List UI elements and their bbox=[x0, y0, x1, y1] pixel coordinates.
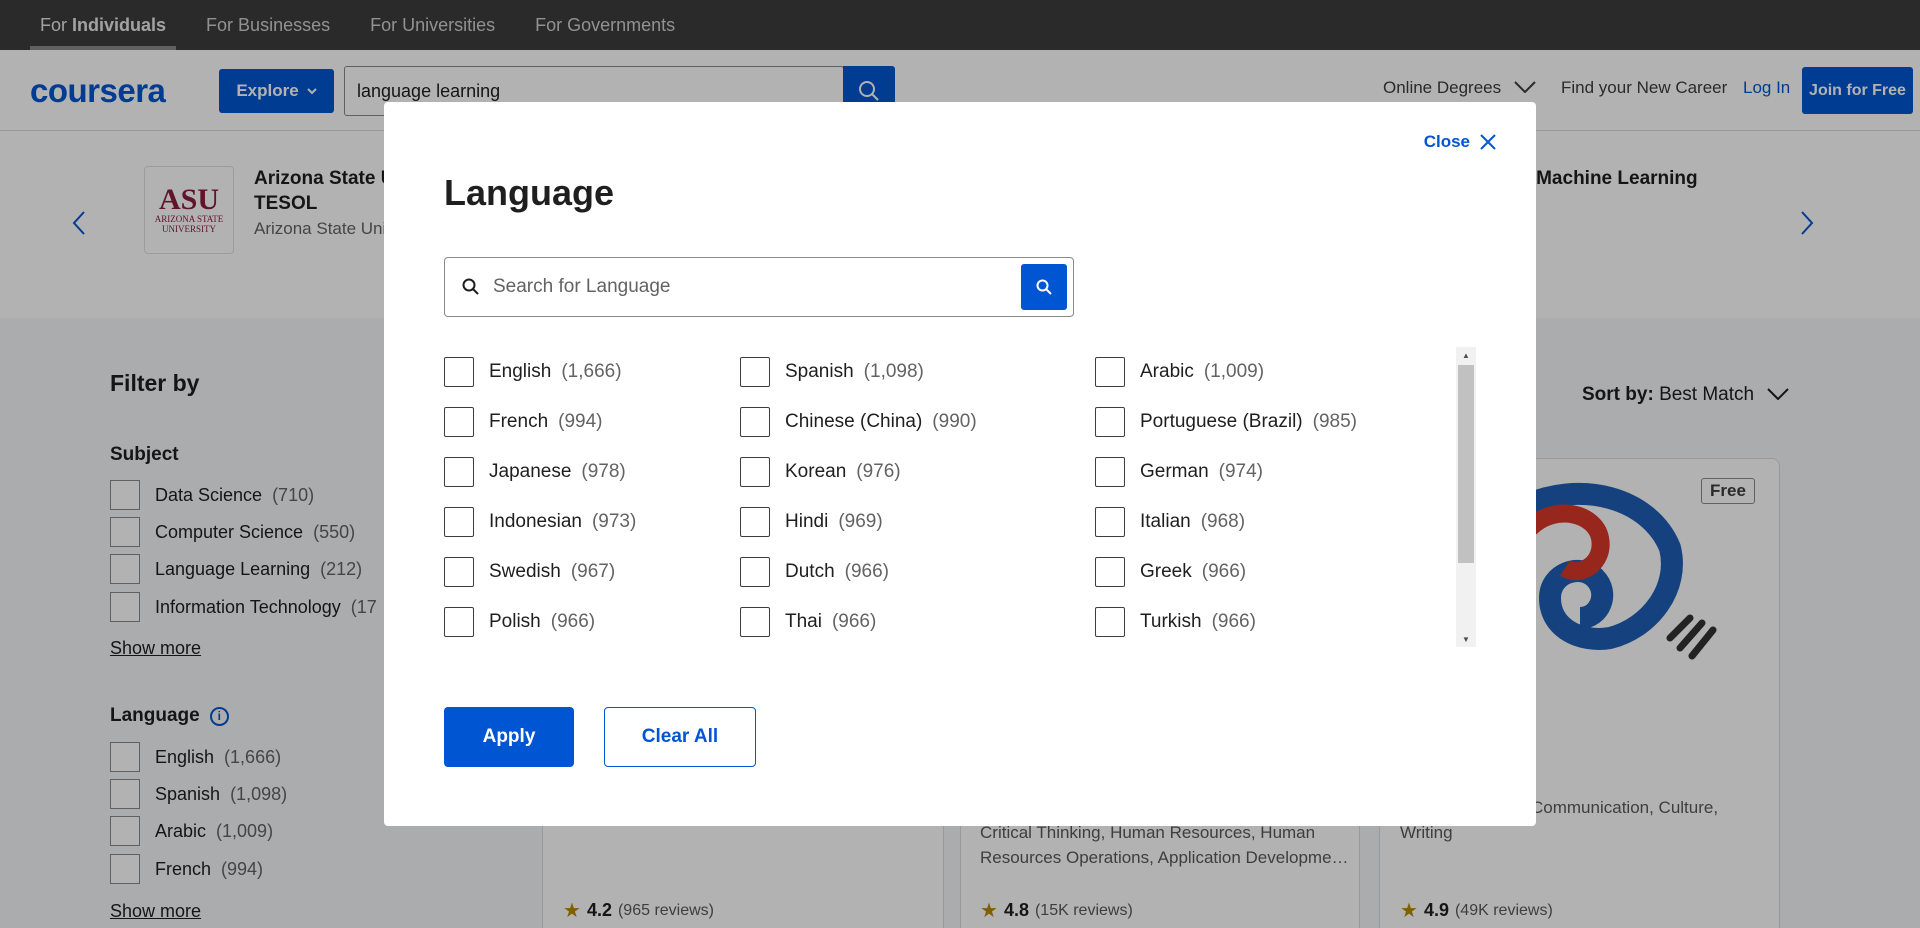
language-option-label: French bbox=[489, 411, 549, 432]
checkbox[interactable] bbox=[444, 357, 474, 387]
language-option-count: (966) bbox=[1201, 561, 1247, 582]
language-option-label: Thai bbox=[785, 611, 822, 632]
language-option-label: Chinese (China) bbox=[785, 411, 923, 432]
checkbox[interactable] bbox=[740, 407, 770, 437]
language-option-count: (976) bbox=[856, 461, 901, 482]
language-option-count: (966) bbox=[831, 611, 877, 632]
language-option[interactable]: Thai (966) bbox=[740, 607, 876, 637]
language-option-count: (969) bbox=[838, 511, 883, 532]
language-option[interactable]: Italian (968) bbox=[1095, 507, 1245, 537]
modal-title: Language bbox=[444, 172, 615, 213]
language-option-label: Indonesian bbox=[489, 511, 582, 532]
checkbox[interactable] bbox=[444, 407, 474, 437]
checkbox[interactable] bbox=[1095, 607, 1125, 637]
language-option-count: (978) bbox=[581, 461, 626, 482]
language-option[interactable]: Japanese (978) bbox=[444, 457, 626, 487]
language-option-count: (968) bbox=[1200, 511, 1246, 532]
language-option[interactable]: Polish (966) bbox=[444, 607, 595, 637]
language-search-input[interactable] bbox=[493, 276, 1013, 298]
checkbox[interactable] bbox=[740, 357, 770, 387]
language-option-label: English bbox=[489, 361, 552, 382]
language-option[interactable]: Dutch (966) bbox=[740, 557, 889, 587]
language-options-list: English (1,666) French (994) Japanese (978)… bbox=[444, 347, 1466, 647]
language-option[interactable]: Arabic (1,009) bbox=[1095, 357, 1264, 387]
close-icon bbox=[1480, 134, 1496, 150]
checkbox[interactable] bbox=[1095, 457, 1125, 487]
checkbox[interactable] bbox=[444, 607, 474, 637]
checkbox[interactable] bbox=[1095, 507, 1125, 537]
search-icon bbox=[462, 278, 479, 295]
apply-button[interactable]: Apply bbox=[444, 707, 574, 767]
language-search bbox=[444, 257, 1074, 317]
language-option[interactable]: German (974) bbox=[1095, 457, 1263, 487]
checkbox[interactable] bbox=[444, 507, 474, 537]
language-option-count: (1,666) bbox=[561, 361, 622, 382]
language-option[interactable]: Korean (976) bbox=[740, 457, 901, 487]
scroll-down-arrow-icon[interactable]: ▼ bbox=[1456, 631, 1476, 647]
language-option[interactable]: English (1,666) bbox=[444, 357, 622, 387]
scroll-up-arrow-icon[interactable]: ▲ bbox=[1456, 347, 1476, 363]
language-option-label: Turkish bbox=[1140, 611, 1202, 632]
checkbox[interactable] bbox=[1095, 357, 1125, 387]
language-option-label: Korean bbox=[785, 461, 847, 482]
checkbox[interactable] bbox=[740, 607, 770, 637]
language-option[interactable]: French (994) bbox=[444, 407, 603, 437]
checkbox[interactable] bbox=[740, 557, 770, 587]
language-option-count: (974) bbox=[1218, 461, 1263, 482]
language-option[interactable]: Swedish (967) bbox=[444, 557, 615, 587]
language-option-label: Greek bbox=[1140, 561, 1192, 582]
language-option-label: Arabic bbox=[1140, 361, 1194, 382]
language-option-label: Spanish bbox=[785, 361, 854, 382]
language-option-count: (966) bbox=[1211, 611, 1256, 632]
language-option-count: (985) bbox=[1312, 411, 1357, 432]
language-option-count: (966) bbox=[844, 561, 889, 582]
language-option[interactable]: Spanish (1,098) bbox=[740, 357, 924, 387]
language-option-label: Dutch bbox=[785, 561, 835, 582]
language-option-count: (967) bbox=[570, 561, 616, 582]
close-button[interactable]: Close bbox=[1424, 132, 1496, 152]
language-option-label: Italian bbox=[1140, 511, 1191, 532]
language-option[interactable]: Indonesian (973) bbox=[444, 507, 636, 537]
language-option-label: Portuguese (Brazil) bbox=[1140, 411, 1303, 432]
language-option-count: (994) bbox=[558, 411, 603, 432]
checkbox[interactable] bbox=[1095, 407, 1125, 437]
language-option-count: (973) bbox=[591, 511, 637, 532]
language-option-count: (990) bbox=[932, 411, 977, 432]
language-option-label: Hindi bbox=[785, 511, 829, 532]
language-option-label: Polish bbox=[489, 611, 541, 632]
language-option-count: (966) bbox=[550, 611, 596, 632]
checkbox[interactable] bbox=[444, 557, 474, 587]
language-option-count: (1,009) bbox=[1203, 361, 1265, 382]
close-label: Close bbox=[1423, 132, 1470, 151]
language-option[interactable]: Hindi (969) bbox=[740, 507, 883, 537]
search-icon bbox=[1036, 279, 1052, 295]
checkbox[interactable] bbox=[740, 457, 770, 487]
scrollbar-thumb[interactable] bbox=[1458, 365, 1474, 563]
language-option[interactable]: Greek (966) bbox=[1095, 557, 1246, 587]
checkbox[interactable] bbox=[1095, 557, 1125, 587]
language-search-button[interactable] bbox=[1021, 264, 1067, 310]
language-option[interactable]: Portuguese (Brazil) (985) bbox=[1095, 407, 1357, 437]
language-option-label: Japanese bbox=[489, 461, 572, 482]
language-option-label: German bbox=[1140, 461, 1209, 482]
checkbox[interactable] bbox=[444, 457, 474, 487]
checkbox[interactable] bbox=[740, 507, 770, 537]
language-option-count: (1,098) bbox=[863, 361, 924, 382]
language-filter-modal: Close Language English (1,666) French (994… bbox=[384, 102, 1536, 826]
language-option-label: Swedish bbox=[489, 561, 561, 582]
language-list-scrollbar[interactable]: ▲ ▼ bbox=[1456, 347, 1476, 647]
language-option[interactable]: Turkish (966) bbox=[1095, 607, 1256, 637]
clear-all-button[interactable]: Clear All bbox=[604, 707, 756, 767]
language-option[interactable]: Chinese (China) (990) bbox=[740, 407, 977, 437]
